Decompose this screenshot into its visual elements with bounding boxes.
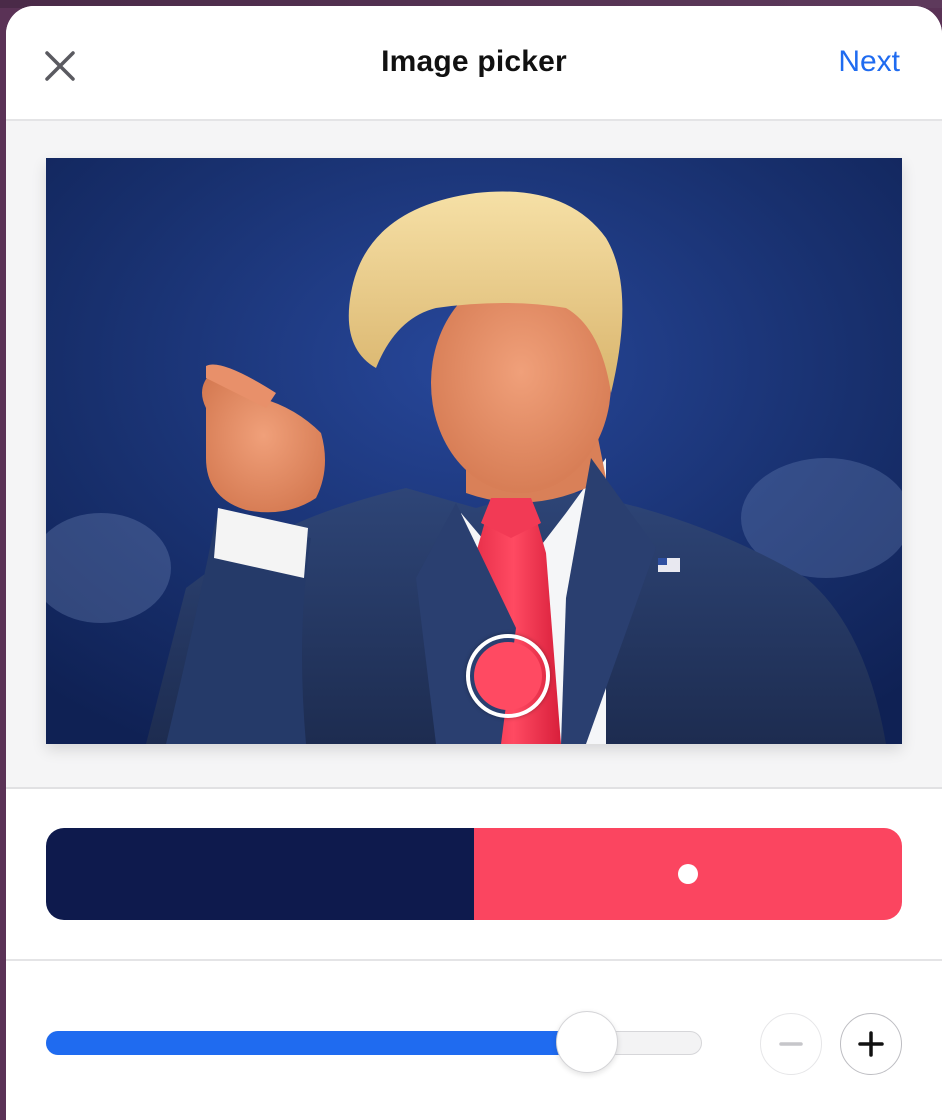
minus-icon [779, 1042, 803, 1046]
increase-button[interactable] [840, 1013, 902, 1075]
image-area [6, 121, 942, 789]
decrease-button[interactable] [760, 1013, 822, 1075]
picker-sample [474, 642, 542, 710]
next-button[interactable]: Next [838, 45, 900, 79]
image-picker-modal: Image picker Next [6, 6, 942, 1120]
color-picker-ring[interactable] [466, 634, 550, 718]
swatch-bar [46, 828, 902, 920]
swatch-red[interactable] [474, 828, 902, 920]
selected-indicator [678, 864, 698, 884]
swatch-navy[interactable] [46, 828, 474, 920]
palette-section [6, 789, 942, 961]
photo[interactable] [46, 158, 902, 744]
page-title: Image picker [381, 45, 567, 78]
slider-thumb[interactable] [556, 1011, 619, 1073]
plus-icon [858, 1031, 884, 1057]
controls-section [6, 961, 942, 1120]
slider-fill [46, 1031, 588, 1055]
size-slider[interactable] [46, 1011, 702, 1073]
modal-header: Image picker Next [6, 6, 942, 121]
